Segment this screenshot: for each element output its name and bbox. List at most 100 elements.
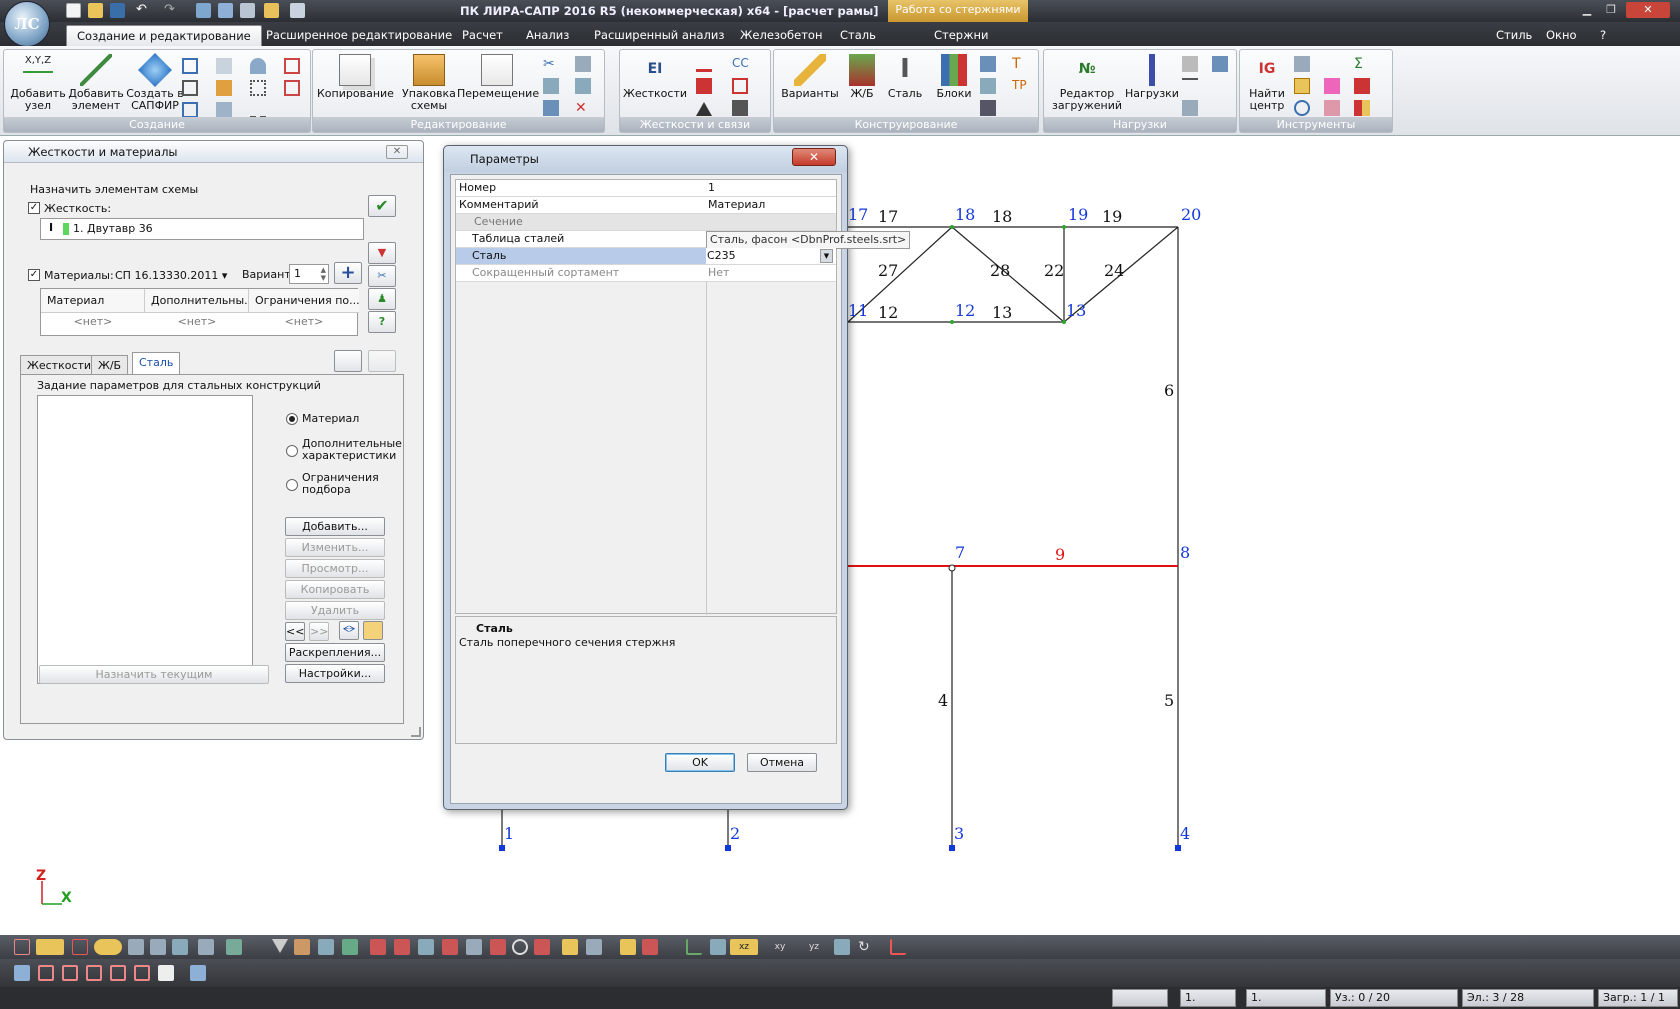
table-cell[interactable]: <нет>: [145, 315, 249, 328]
open-file-icon[interactable]: [88, 3, 103, 18]
panel-close-button[interactable]: ✕: [386, 145, 408, 159]
copy-table-button[interactable]: [334, 350, 362, 372]
print-icon[interactable]: [240, 3, 255, 18]
cube-view-3-icon[interactable]: [62, 965, 78, 981]
cube-view-4-icon[interactable]: [86, 965, 102, 981]
radio-material[interactable]: [286, 413, 298, 425]
stiffness-button[interactable]: EI Жесткости: [622, 54, 688, 100]
copy-item-button[interactable]: Копировать: [285, 580, 385, 599]
cube-view-8-icon[interactable]: [190, 965, 206, 981]
cube-view-6-icon[interactable]: [134, 965, 150, 981]
axes-move-icon[interactable]: [710, 939, 726, 955]
cut-button[interactable]: ✂: [368, 265, 396, 287]
building-icon[interactable]: [490, 939, 506, 955]
add-element-button[interactable]: Добавить элемент: [66, 54, 126, 112]
steel-t-icon[interactable]: T: [1012, 56, 1028, 72]
prev-button[interactable]: <<: [285, 622, 305, 641]
link-icon[interactable]: CC: [732, 56, 749, 72]
view-icon[interactable]: [218, 3, 233, 18]
col-header-extra[interactable]: Дополнительны...: [145, 289, 249, 313]
paste-table-button[interactable]: [368, 350, 396, 372]
tool-table-icon[interactable]: [1324, 78, 1340, 94]
tab-steel-panel[interactable]: Сталь: [132, 352, 181, 375]
refresh-icon[interactable]: ↻: [858, 939, 874, 955]
axes-icon[interactable]: [686, 939, 702, 955]
resize-grip-icon[interactable]: [411, 727, 421, 737]
select-icon[interactable]: [14, 939, 30, 955]
plane-xz-icon[interactable]: xz: [730, 939, 758, 955]
steel-button[interactable]: I Сталь: [882, 54, 928, 100]
add-node-button[interactable]: X,Y,Z Добавить узел: [8, 54, 68, 112]
dropdown-arrow-icon[interactable]: ▼: [820, 249, 833, 263]
tab-bars[interactable]: Стержни: [924, 25, 998, 46]
prop-row-steel[interactable]: Сталь С235 ▼: [456, 248, 836, 265]
axis-red-icon[interactable]: [890, 939, 906, 955]
status-icons[interactable]: [1112, 989, 1168, 1007]
filter-button[interactable]: ▼: [368, 242, 396, 264]
blocks-button[interactable]: Блоки: [934, 54, 974, 100]
next-button[interactable]: >>: [309, 622, 329, 641]
shell-icon[interactable]: [250, 58, 266, 74]
loads-button[interactable]: Нагрузки: [1124, 54, 1180, 100]
restore-button[interactable]: ❐: [1600, 2, 1622, 18]
prop-row-steel-table[interactable]: Таблица сталей Сталь, фасон <DbnProf.ste…: [456, 231, 911, 249]
materials-checkbox[interactable]: ✓: [28, 269, 40, 281]
stiffness-field[interactable]: I 1. Двутавр 36: [40, 218, 364, 240]
edit-button[interactable]: Изменить...: [285, 538, 385, 557]
triangulation-icon[interactable]: [250, 80, 266, 96]
zoom-out-icon[interactable]: [94, 939, 122, 955]
section-icon[interactable]: ᗕᗒ: [339, 621, 359, 640]
pencil-icon[interactable]: [620, 939, 636, 955]
marker-icon[interactable]: [418, 939, 434, 955]
cube-view-5-icon[interactable]: [110, 965, 126, 981]
variant-spinner[interactable]: 1 ▲ ▼: [289, 264, 329, 284]
style-menu[interactable]: Стиль: [1486, 25, 1542, 46]
prop-row-comment[interactable]: Комментарий Материал: [456, 197, 836, 214]
tab-rc[interactable]: Ж/Б: [91, 355, 129, 375]
tab-stiffness[interactable]: Жесткости: [20, 355, 99, 375]
grid-view-icon[interactable]: [72, 939, 88, 955]
scissors-icon[interactable]: ✂: [543, 56, 559, 72]
rigid-insert-icon[interactable]: [696, 78, 712, 94]
chart-icon[interactable]: [290, 3, 305, 18]
radio-limits[interactable]: [286, 479, 298, 491]
prop-row-number[interactable]: Номер 1: [456, 180, 836, 197]
delete-icon[interactable]: ✕: [575, 100, 591, 116]
tool-rotate-icon[interactable]: [1294, 78, 1310, 94]
projection-icon[interactable]: [226, 939, 242, 955]
tab-create-edit[interactable]: Создание и редактирование: [66, 25, 262, 46]
load-table-icon[interactable]: [1182, 56, 1198, 72]
cross-icon[interactable]: [980, 78, 996, 94]
ok-button[interactable]: OK: [665, 753, 735, 772]
tool-search-icon[interactable]: [1294, 100, 1310, 116]
fastening-button[interactable]: Раскрепления...: [285, 643, 385, 662]
find-elem-icon[interactable]: [534, 939, 550, 955]
copy-button[interactable]: Копирование: [317, 54, 394, 100]
unify-icon[interactable]: [980, 56, 996, 72]
assign-current-button[interactable]: Назначить текущим: [39, 665, 269, 684]
create-sapfir-button[interactable]: Создать в САПФИР: [124, 53, 186, 112]
tab-steel[interactable]: Сталь: [830, 25, 886, 46]
apply-stiffness-button[interactable]: ✔: [368, 195, 396, 217]
plane-yz-icon[interactable]: yz: [800, 939, 828, 955]
model-icon[interactable]: [196, 3, 211, 18]
variants-button[interactable]: Варианты: [778, 54, 842, 100]
move-button[interactable]: Перемещение: [457, 54, 539, 100]
save-icon[interactable]: [110, 3, 125, 18]
plate-icon[interactable]: [216, 58, 232, 74]
minimize-button[interactable]: ▁: [1576, 2, 1598, 18]
flag-icon[interactable]: [442, 939, 458, 955]
rotate-icon[interactable]: [543, 100, 559, 116]
status-field-2[interactable]: 1.: [1246, 989, 1326, 1007]
tab-advanced-edit[interactable]: Расширенное редактирование: [256, 25, 462, 46]
app-logo[interactable]: ЛС: [4, 1, 50, 47]
radio-extra[interactable]: [286, 445, 298, 457]
search-icon[interactable]: [512, 939, 528, 955]
frag-icon2[interactable]: [342, 939, 358, 955]
steel-tp-icon[interactable]: TP: [1012, 78, 1028, 94]
load-distributed-icon[interactable]: [1182, 78, 1198, 94]
filter-icon[interactable]: [272, 939, 288, 953]
eraser-icon[interactable]: [642, 939, 658, 955]
mirror-view-icon[interactable]: [294, 939, 310, 955]
redo-icon[interactable]: ↷: [164, 3, 179, 18]
